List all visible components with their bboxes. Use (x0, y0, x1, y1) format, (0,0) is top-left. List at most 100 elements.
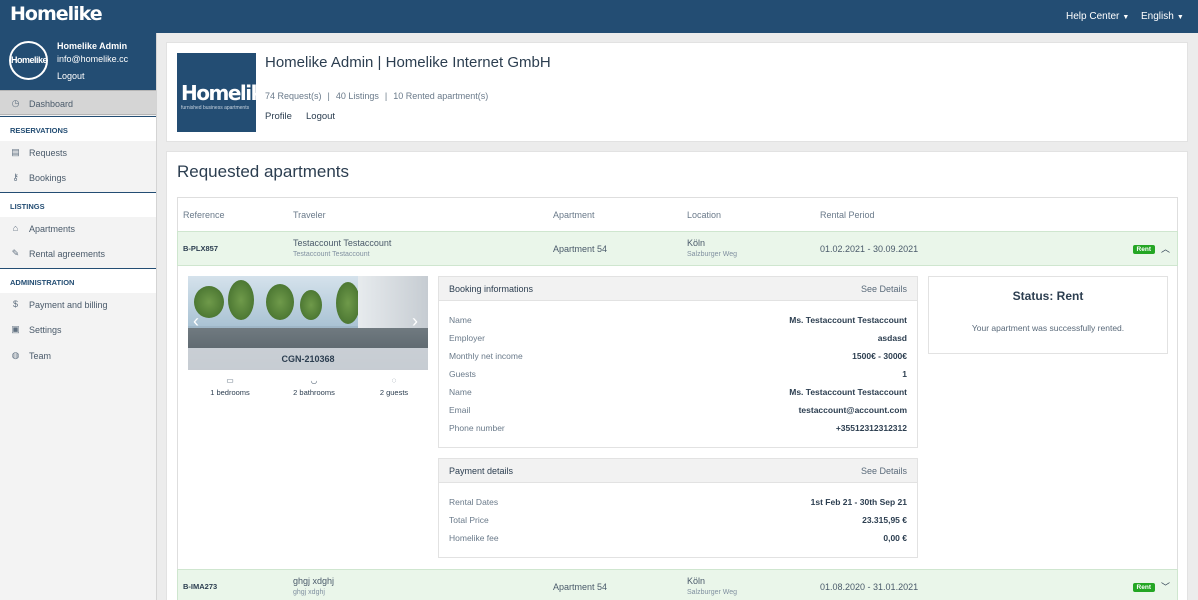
profile-logout-link[interactable]: Logout (306, 111, 335, 122)
user-email: info@homelike.cc (57, 54, 129, 64)
see-details-link[interactable]: See Details (861, 284, 907, 294)
sidebar-item-label: Settings (29, 325, 62, 335)
section-title: Requested apartments (177, 162, 349, 181)
bed-icon: ▭ (226, 376, 234, 385)
payment-details-panel: Payment details See Details Rental Dates… (438, 458, 918, 558)
status-title: Status: Rent (1012, 289, 1084, 303)
apartment-name: Apartment 54 (553, 582, 608, 592)
status-badge: Rent (1132, 245, 1155, 254)
home-icon: ⌂ (12, 223, 19, 233)
language-label: English (1141, 11, 1174, 22)
feature-label: 2 bathrooms (293, 388, 335, 397)
status-message: Your apartment was successfully rented. (971, 323, 1125, 333)
status-panel: Status: Rent Your apartment was successf… (928, 276, 1168, 354)
team-icon: ◍ (11, 350, 20, 360)
calendar-icon: ▤ (11, 147, 20, 157)
requests-card: Requested apartments Reference Traveler … (166, 151, 1188, 600)
request-detail: ‹ › CGN-210368 ▭ 1 bedrooms ◡ 2 bathroom… (177, 266, 1178, 569)
bathtub-icon: ◡ (310, 376, 318, 385)
feature-label: 2 guests (379, 388, 409, 397)
sidebar-item-label: Payment and billing (29, 300, 108, 310)
payment-field: Total Price 23.315,95 € (449, 515, 907, 525)
panel-header: Payment details See Details (439, 459, 917, 483)
chevron-right-icon[interactable]: › (412, 312, 418, 330)
user-box: Homelike Homelike Admin info@homelike.cc… (0, 33, 156, 90)
sidebar-item-apartments[interactable]: ⌂ Apartments (0, 216, 156, 241)
payment-field: Rental Dates 1st Feb 21 - 30th Sep 21 (449, 497, 907, 507)
sidebar: Homelike Homelike Admin info@homelike.cc… (0, 33, 157, 600)
feature-label: 1 bedrooms (210, 388, 250, 397)
feature-bathrooms: ◡ 2 bathrooms (282, 376, 346, 397)
booking-field: Email testaccount@account.com (449, 405, 907, 415)
sidebar-item-payment-billing[interactable]: $ Payment and billing (0, 292, 156, 317)
guests-icon: ◌ (391, 376, 397, 385)
top-bar: Homelike Help Center ▼ English ▼ (0, 0, 1198, 33)
booking-field: Phone number +35512312312312 (449, 423, 907, 433)
help-center-menu[interactable]: Help Center ▼ (1066, 11, 1129, 22)
sidebar-item-label: Requests (29, 148, 68, 158)
booking-field: Name Ms. Testaccount Testaccount (449, 387, 907, 397)
payment-field: Homelike fee 0,00 € (449, 533, 907, 543)
table-row[interactable]: B-PLX857 Testaccount Testaccount Testacc… (177, 231, 1178, 266)
dashboard-icon: ◷ (11, 98, 20, 108)
paperclip-icon: ✎ (11, 248, 20, 258)
language-menu[interactable]: English ▼ (1141, 11, 1184, 22)
booking-field: Name Ms. Testaccount Testaccount (449, 315, 907, 325)
reference: B-PLX857 (183, 244, 219, 253)
traveler-subname: ghgj xdghj (293, 589, 325, 596)
sidebar-logout-link[interactable]: Logout (57, 71, 85, 81)
column-header: Location (687, 210, 722, 220)
rental-period: 01.02.2021 - 30.09.2021 (820, 244, 919, 254)
location-street: Salzburger Weg (687, 589, 738, 596)
location-street: Salzburger Weg (687, 251, 738, 258)
caret-down-icon: ▼ (1122, 14, 1130, 21)
profile-title: Homelike Admin | Homelike Internet GmbH (265, 54, 551, 71)
chevron-down-icon[interactable]: ﹀ (1161, 580, 1170, 593)
money-bag-icon: $ (12, 299, 18, 309)
profile-link[interactable]: Profile (265, 111, 292, 122)
company-logo-text: Homelike (181, 81, 275, 105)
sidebar-item-settings[interactable]: ▣ Settings (0, 317, 156, 342)
chevron-left-icon[interactable]: ‹ (193, 312, 199, 330)
feature-bedrooms: ▭ 1 bedrooms (200, 376, 260, 397)
booking-field: Employer asdasd (449, 333, 907, 343)
traveler-name: ghgj xdghj (293, 576, 335, 586)
profile-stats: 74 Request(s) | 40 Listings | 10 Rented apar… (265, 91, 489, 101)
rented-count: 10 Rented apartment(s) (393, 91, 489, 101)
sidebar-item-dashboard[interactable]: ◷ Dashboard (0, 90, 156, 115)
booking-field: Monthly net income 1500€ - 3000€ (449, 351, 907, 361)
requests-count: 74 Request(s) (265, 91, 322, 101)
table-row[interactable]: B-IMA273 ghgj xdghj ghgj xdghj Apartment… (177, 569, 1178, 600)
apartment-photo: ‹ › CGN-210368 (188, 276, 428, 370)
booking-field: Guests 1 (449, 369, 907, 379)
sidebar-item-team[interactable]: ◍ Team (0, 343, 156, 368)
company-logo-tagline: furnished business apartments (181, 105, 250, 111)
rental-period: 01.08.2020 - 31.01.2021 (820, 582, 919, 592)
avatar[interactable]: Homelike (9, 41, 48, 80)
sidebar-item-rental-agreements[interactable]: ✎ Rental agreements (0, 241, 156, 266)
sidebar-item-bookings[interactable]: ⚷ Bookings (0, 165, 156, 190)
sidebar-item-label: Rental agreements (29, 249, 106, 259)
column-header: Reference (183, 210, 225, 220)
homelike-logo[interactable]: Homelike (10, 3, 103, 25)
section-title: LISTINGS (10, 202, 45, 211)
sidebar-item-requests[interactable]: ▤ Requests (0, 140, 156, 165)
settings-icon: ▣ (11, 324, 20, 334)
panel-title: Payment details (449, 466, 514, 476)
section-listings: LISTINGS (0, 192, 156, 217)
section-administration: ADMINISTRATION (0, 268, 156, 293)
section-title: RESERVATIONS (10, 126, 68, 135)
booking-info-panel: Booking informations See Details Name Ms.… (438, 276, 918, 448)
apartment-code: CGN-210368 (188, 348, 428, 370)
caret-down-icon: ▼ (1176, 14, 1184, 21)
column-header: Rental Period (820, 210, 875, 220)
chevron-up-icon[interactable]: ︿ (1161, 242, 1170, 255)
sidebar-item-label: Team (29, 351, 52, 361)
column-header: Traveler (293, 210, 326, 220)
location-city: Köln (687, 576, 706, 586)
section-reservations: RESERVATIONS (0, 116, 156, 141)
reference: B-IMA273 (183, 582, 218, 591)
traveler-subname: Testaccount Testaccount (293, 251, 370, 258)
see-details-link[interactable]: See Details (861, 466, 907, 476)
panel-title: Booking informations (449, 284, 534, 294)
